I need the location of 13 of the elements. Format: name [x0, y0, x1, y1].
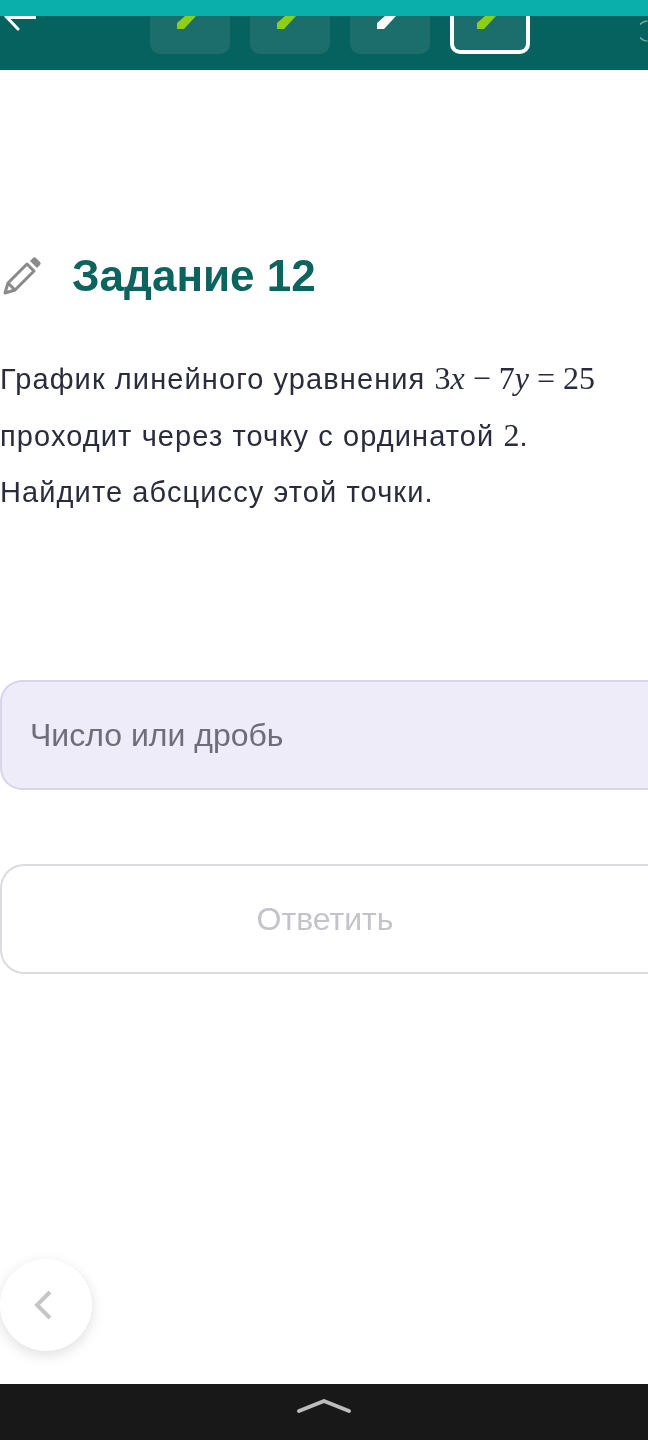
- ring-icon[interactable]: [640, 20, 648, 42]
- task-tile[interactable]: [450, 16, 530, 54]
- task-statement: График линейного уравнения 3x − 7y = 25 проходит через точку с ординатой 2.: [0, 359, 597, 455]
- task-tile[interactable]: [150, 16, 230, 54]
- task-tile[interactable]: [250, 16, 330, 54]
- pencil-icon: [2, 256, 42, 296]
- task-title: Задание 12: [72, 253, 316, 299]
- task-question: Найдите абсциссу этой точки.: [0, 475, 435, 510]
- task-tile[interactable]: [350, 16, 430, 54]
- answer-field[interactable]: Число или дробь: [0, 680, 648, 790]
- back-arrow-icon[interactable]: [4, 16, 36, 31]
- chevron-left-icon: [34, 1290, 52, 1320]
- chevron-up-icon[interactable]: [296, 1398, 352, 1414]
